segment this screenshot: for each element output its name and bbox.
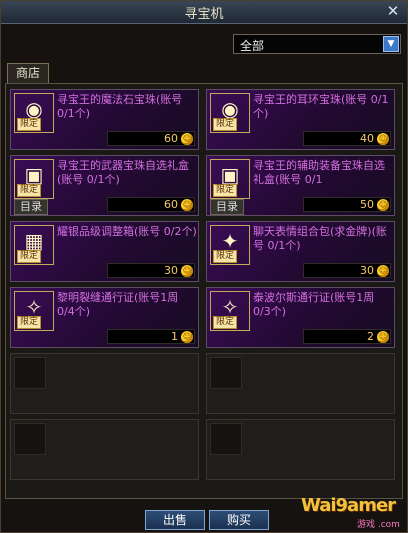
empty-slot (206, 353, 395, 414)
empty-slot (206, 419, 395, 480)
empty-slot (10, 353, 199, 414)
coin-icon: ☺ (377, 199, 389, 211)
empty-item-icon (210, 423, 242, 455)
item-name: 黎明裂缝通行证(账号1周 0/4个) (57, 291, 179, 318)
buy-button[interactable]: 购买 (209, 510, 269, 530)
item-name: 聊天表情组合包(求金牌)(账号 0/1个) (253, 225, 387, 252)
coin-icon: ☺ (181, 199, 193, 211)
limited-badge: 限定 (17, 250, 42, 263)
item-price: 60 ☺ (107, 197, 195, 212)
sell-button[interactable]: 出售 (145, 510, 205, 530)
chat-pack-icon: ✦ 限定 (210, 225, 250, 265)
orb-icon: ◉ 限定 (210, 93, 250, 133)
pass-icon: ✧ 限定 (210, 291, 250, 331)
shop-item[interactable]: ▦ 限定 耀银品级调整箱(账号 0/2个) 30 ☺ (10, 221, 199, 282)
limited-badge: 限定 (17, 184, 42, 197)
pass-icon: ✧ 限定 (14, 291, 54, 331)
chevron-down-icon[interactable]: ▼ (383, 36, 399, 52)
shop-item[interactable]: ◉ 限定 寻宝王的魔法石宝珠(账号 0/1个) 60 ☺ (10, 89, 199, 150)
shop-item[interactable]: ✦ 限定 聊天表情组合包(求金牌)(账号 0/1个) 30 ☺ (206, 221, 395, 282)
shop-item[interactable]: ▣ 限定 寻宝王的辅助装备宝珠自选礼盒(账号 0/1 目录 50 ☺ (206, 155, 395, 216)
item-price: 30 ☺ (107, 263, 195, 278)
catalog-button[interactable]: 目录 (210, 199, 244, 215)
window-title: 寻宝机 (184, 7, 224, 22)
item-price: 30 ☺ (303, 263, 391, 278)
shop-item[interactable]: ✧ 限定 黎明裂缝通行证(账号1周 0/4个) 1 ☺ (10, 287, 199, 348)
limited-badge: 限定 (213, 118, 238, 131)
limited-badge: 限定 (213, 316, 238, 329)
item-name: 耀银品级调整箱(账号 0/2个) (57, 225, 197, 238)
item-name: 泰波尔斯通行证(账号1周 0/3个) (253, 291, 375, 318)
filter-selected-value: 全部 (240, 39, 265, 53)
shop-item[interactable]: ◉ 限定 寻宝王的耳环宝珠(账号 0/1个) 40 ☺ (206, 89, 395, 150)
orb-icon: ◉ 限定 (14, 93, 54, 133)
shop-item-grid: ◉ 限定 寻宝王的魔法石宝珠(账号 0/1个) 60 ☺ ◉ 限定 寻宝王的耳环宝珠(… (5, 83, 403, 499)
item-price: 50 ☺ (303, 197, 391, 212)
limited-badge: 限定 (17, 316, 42, 329)
limited-badge: 限定 (213, 250, 238, 263)
close-icon[interactable]: ✕ (385, 3, 401, 19)
catalog-button[interactable]: 目录 (14, 199, 48, 215)
site-logo: Wai9amer (301, 495, 396, 516)
limited-badge: 限定 (17, 118, 42, 131)
site-logo-sub: 游戏 .com (357, 520, 400, 530)
coin-icon: ☺ (377, 265, 389, 277)
coin-icon: ☺ (181, 265, 193, 277)
coin-icon: ☺ (377, 331, 389, 343)
gift-box-icon: ▣ 限定 (14, 159, 54, 199)
category-filter-select[interactable]: 全部 ▼ (233, 34, 401, 54)
title-bar: 寻宝机 ✕ (1, 1, 407, 24)
empty-item-icon (14, 357, 46, 389)
coin-icon: ☺ (377, 133, 389, 145)
gift-box-icon: ▣ 限定 (210, 159, 250, 199)
box-icon: ▦ 限定 (14, 225, 54, 265)
tab-shop[interactable]: 商店 (7, 63, 49, 83)
item-name: 寻宝王的辅助装备宝珠自选礼盒(账号 0/1 (253, 159, 385, 186)
empty-item-icon (210, 357, 242, 389)
item-price: 1 ☺ (107, 329, 195, 344)
item-name: 寻宝王的耳环宝珠(账号 0/1个) (253, 93, 389, 120)
shop-item[interactable]: ▣ 限定 寻宝王的武器宝珠自选礼盒(账号 0/1个) 目录 60 ☺ (10, 155, 199, 216)
limited-badge: 限定 (213, 184, 238, 197)
coin-icon: ☺ (181, 133, 193, 145)
empty-slot (10, 419, 199, 480)
item-price: 40 ☺ (303, 131, 391, 146)
item-price: 60 ☺ (107, 131, 195, 146)
coin-icon: ☺ (181, 331, 193, 343)
item-name: 寻宝王的武器宝珠自选礼盒(账号 0/1个) (57, 159, 189, 186)
shop-item[interactable]: ✧ 限定 泰波尔斯通行证(账号1周 0/3个) 2 ☺ (206, 287, 395, 348)
treasure-machine-window: 寻宝机 ✕ 全部 ▼ 商店 ◉ 限定 寻宝王的魔法石宝珠(账号 0/1个) 60 ☺… (0, 0, 408, 533)
empty-item-icon (14, 423, 46, 455)
item-price: 2 ☺ (303, 329, 391, 344)
item-name: 寻宝王的魔法石宝珠(账号 0/1个) (57, 93, 183, 120)
